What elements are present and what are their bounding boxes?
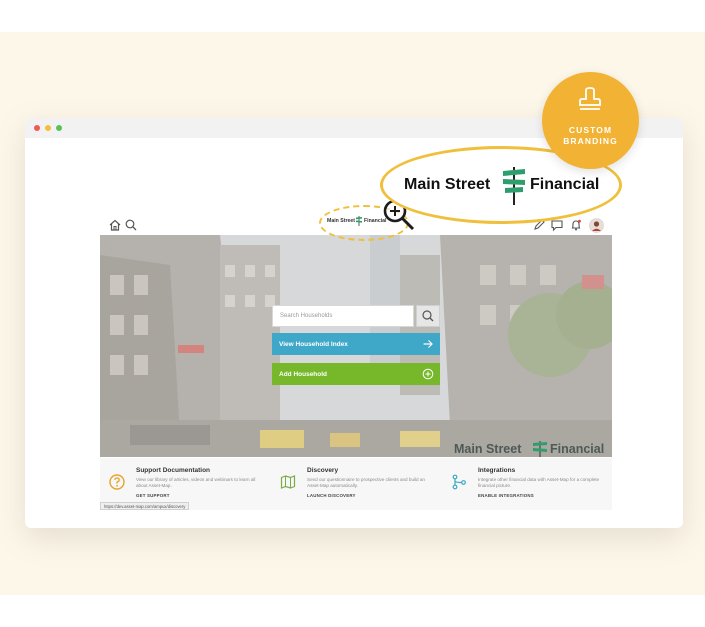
hero-banner: Search Households View Household Index A… [100,235,612,457]
hero-logo-text-right: Financial [550,442,605,456]
search-button[interactable] [416,305,440,327]
close-window-dot[interactable] [34,125,40,131]
plus-circle-icon [422,368,434,380]
signpost-icon [503,167,525,205]
discovery-card[interactable]: Discovery Send our questionnaire to pros… [271,458,441,510]
arrow-right-icon [423,340,433,348]
integrations-card[interactable]: Integrations Integrate other financial d… [442,458,612,510]
bell-icon[interactable] [569,218,583,232]
add-household-label: Add Household [279,371,328,378]
card-description: Send our questionnaire to prospective cl… [307,477,425,488]
view-household-index-button[interactable]: View Household Index [272,333,440,355]
search-households-input[interactable]: Search Households [272,305,414,327]
add-household-button[interactable]: Add Household [272,363,440,385]
search-icon[interactable] [124,218,138,232]
integrations-icon [452,474,466,490]
map-icon [280,475,296,489]
callout-logo-text-left: Main Street [404,176,491,193]
minimize-window-dot[interactable] [45,125,51,131]
badge-line-2: BRANDING [563,136,618,146]
header-brand-logo[interactable]: Main Street Financial [327,215,387,229]
avatar[interactable] [589,218,604,233]
card-description: Integrate other financial data with Asse… [478,477,600,488]
stamp-icon [579,87,601,110]
signpost-icon [533,441,547,457]
launch-discovery-link[interactable]: LAUNCH DISCOVERY [307,493,356,498]
callout-brand-logo: Main Street Financial [404,165,604,205]
card-title: Support Documentation [136,467,211,474]
hero-logo-text-left: Main Street [454,442,522,456]
custom-branding-badge: CUSTOM BRANDING [542,72,639,169]
status-bar-url: https://dev.asset-map.com/ampux/discover… [100,502,190,510]
callout-logo-text-right: Financial [530,176,600,193]
hero-brand-logo: Main Street Financial [454,440,612,457]
home-icon[interactable] [108,218,122,232]
header-logo-text-left: Main Street [327,218,355,224]
question-circle-icon [109,474,125,490]
card-title: Integrations [478,467,516,474]
enable-integrations-link[interactable]: ENABLE INTEGRATIONS [478,493,534,498]
card-title: Discovery [307,467,339,474]
signpost-icon [356,216,362,226]
card-description: View our library of articles, videos and… [136,477,256,488]
get-support-link[interactable]: GET SUPPORT [136,493,170,498]
badge-line-1: CUSTOM [568,125,613,135]
view-household-index-label: View Household Index [279,341,348,348]
maximize-window-dot[interactable] [56,125,62,131]
search-icon [422,310,434,322]
